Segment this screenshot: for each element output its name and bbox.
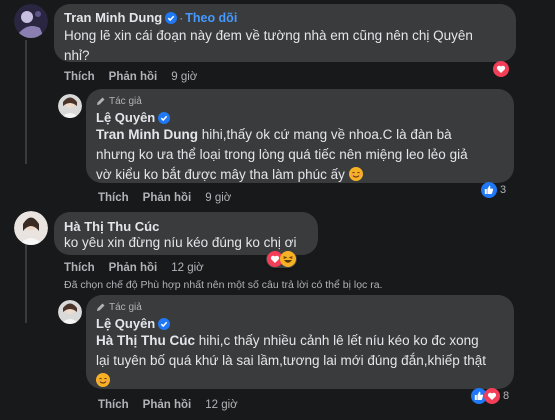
avatar-tran-minh-dung[interactable] [14, 4, 48, 38]
comment-text-line: Hong lẽ xin cái đoạn này đem về tường nh… [64, 28, 473, 43]
reply-text-line: Tran Minh Dung hihi,thấy ok cứ mang về n… [96, 125, 511, 145]
reply-text-segment: hihi,c thấy nhiều cảnh lê lết níu kéo ko… [195, 333, 479, 348]
reaction-summary[interactable]: 3 [480, 181, 510, 199]
comment-text-line: nhỉ? [64, 48, 90, 63]
commenter-name[interactable]: Lệ Quyên [96, 316, 155, 331]
like-button[interactable]: Thích [98, 192, 129, 204]
reply-actions: Thích Phản hồi 9 giờ [98, 191, 245, 205]
comment-actions: Thích Phản hồi 12 giờ [64, 261, 218, 275]
author-label: Tác giả [109, 95, 142, 107]
like-button[interactable]: Thích [64, 71, 95, 83]
reply-actions: Thích Phản hồi 12 giờ [98, 398, 252, 412]
like-button[interactable]: Thích [64, 262, 95, 274]
reaction-count: 3 [500, 184, 507, 196]
reaction-summary[interactable] [266, 250, 297, 268]
comment-bubble: Hà Thị Thu Cúc ko yêu xin đừng níu kéo đ… [54, 212, 318, 255]
avatar-le-quyen[interactable] [58, 300, 82, 324]
separator-dot: · [179, 10, 184, 25]
reply-bubble: Tác giả Lệ Quyên Hà Thị Thu Cúc hihi,c t… [86, 295, 514, 389]
smiling-face-icon [96, 373, 110, 387]
timestamp[interactable]: 9 giờ [205, 192, 231, 204]
avatar-le-quyen[interactable] [58, 94, 82, 118]
reply-text-line: vờ kiểu ko bắt được mây tha làm phúc ấy [96, 165, 511, 185]
follow-button[interactable]: Theo dõi [185, 11, 237, 25]
reaction-summary[interactable]: 8 [470, 387, 513, 405]
reply-text: Hà Thị Thu Cúc hihi,c thấy nhiều cảnh lê… [96, 331, 511, 391]
verified-icon [158, 111, 171, 124]
thread-line [25, 241, 27, 323]
reaction-summary[interactable] [492, 60, 513, 78]
verified-icon [158, 317, 171, 330]
comment-actions: Thích Phản hồi 9 giờ [64, 70, 211, 84]
reply-text-line [96, 371, 511, 391]
timestamp[interactable]: 9 giờ [171, 71, 197, 83]
author-badge: Tác giả [96, 301, 142, 313]
commenter-name[interactable]: Tran Minh Dung [64, 10, 162, 25]
reply-button[interactable]: Phản hồi [109, 71, 158, 83]
reply-text-segment: vờ kiểu ko bắt được mây tha làm phúc ấy [96, 167, 345, 182]
commenter-name[interactable]: Hà Thị Thu Cúc [64, 219, 159, 234]
author-label: Tác giả [109, 301, 142, 313]
filter-notice: Đã chọn chế độ Phù hợp nhất nên một số c… [64, 279, 383, 291]
comment-text: ko yêu xin đừng níu kéo đúng ko chị ơi [64, 235, 297, 250]
timestamp[interactable]: 12 giờ [205, 399, 237, 411]
timestamp[interactable]: 12 giờ [171, 262, 203, 274]
reply-button[interactable]: Phản hồi [109, 262, 158, 274]
reply-text-line: Hà Thị Thu Cúc hihi,c thấy nhiều cảnh lê… [96, 331, 511, 351]
avatar-ha-thi-thu-cuc[interactable] [14, 211, 48, 245]
thread-line [25, 40, 27, 164]
reply-button[interactable]: Phản hồi [143, 399, 192, 411]
like-icon [481, 182, 497, 198]
mention-link[interactable]: Hà Thị Thu Cúc [96, 333, 195, 348]
reply-bubble: Tác giả Lệ Quyên Tran Minh Dung hihi,thấ… [86, 89, 514, 183]
reply-text-line: lại tuyên bố quá khứ là sai lầm,tương la… [96, 353, 487, 368]
mention-link[interactable]: Tran Minh Dung [96, 127, 198, 142]
love-icon [484, 388, 500, 404]
pencil-icon [97, 97, 105, 105]
haha-icon [280, 251, 296, 267]
reply-text: Tran Minh Dung hihi,thấy ok cứ mang về n… [96, 125, 511, 185]
reaction-count: 8 [503, 390, 510, 402]
author-badge: Tác giả [96, 95, 142, 107]
pencil-icon [97, 303, 105, 311]
reply-button[interactable]: Phản hồi [143, 192, 192, 204]
verified-icon [165, 11, 178, 24]
love-icon [493, 61, 509, 77]
comment-bubble: Tran Minh Dung · Theo dõi Hong lẽ xin cá… [54, 4, 516, 63]
commenter-name[interactable]: Lệ Quyên [96, 110, 155, 125]
reply-text-line: nhưng ko ưa thể loại trong lòng quá tiếc… [96, 147, 468, 162]
comment-text: Hong lẽ xin cái đoạn này đem về tường nh… [64, 26, 514, 66]
reply-text-segment: hihi,thấy ok cứ mang về nhoa.C là đàn bà [198, 127, 452, 142]
smiling-face-icon [348, 167, 363, 181]
like-button[interactable]: Thích [98, 399, 129, 411]
